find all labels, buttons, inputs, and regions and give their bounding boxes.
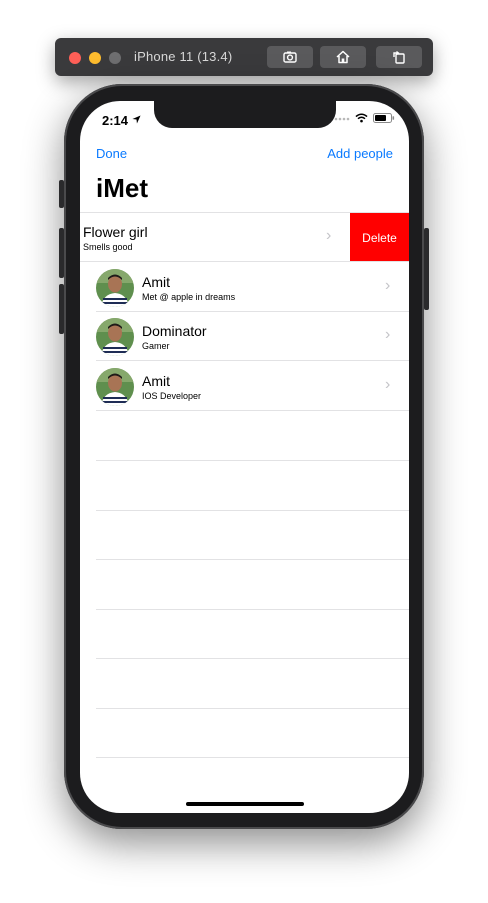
chevron-right-icon: › [385,326,391,343]
volume-up-button [59,228,64,278]
page-title: iMet [96,173,148,203]
zoom-window-button[interactable] [109,52,121,64]
home-indicator[interactable] [186,802,304,806]
empty-row-divider [96,708,409,709]
avatar [96,318,134,356]
list-item-title: Flower girl [83,224,148,240]
chevron-right-icon: › [385,376,391,393]
simulator-title: iPhone 11 (13.4) [134,49,233,64]
volume-down-button [59,284,64,334]
done-button[interactable]: Done [96,146,127,161]
list-item[interactable]: Amit IOS Developer › [80,362,409,411]
power-button [424,228,429,310]
empty-row-divider [96,658,409,659]
list-item[interactable]: Amit Met @ apple in dreams › [80,263,409,312]
person-note: Met @ apple in dreams [142,292,236,302]
screenshot-icon [283,51,297,63]
list-item-swiped[interactable]: Flower girl Smells good › Delete [80,213,409,262]
add-people-button[interactable]: Add people [327,146,393,161]
list-item-subtitle: Smells good [83,242,133,252]
empty-row-divider [96,559,409,560]
person-name: Dominator [142,323,207,339]
silent-switch [59,180,64,208]
battery-icon [373,113,395,123]
home-icon [336,50,350,64]
person-name: Amit [142,373,170,389]
person-note: Gamer [142,341,170,351]
status-indicators [334,113,395,123]
phone-screen: 2:14 Done Add people iMet Flower girl Sm… [80,101,409,813]
wifi-icon [355,113,368,123]
location-arrow-icon [132,115,141,124]
chevron-right-icon: › [385,277,391,294]
status-time: 2:14 [102,113,129,128]
avatar-photo-icon [96,269,134,307]
empty-row-divider [96,609,409,610]
home-button[interactable] [320,46,366,68]
person-note: IOS Developer [142,391,202,401]
rotate-button[interactable] [376,46,422,68]
empty-row-divider [96,757,409,758]
rotate-icon [393,51,405,64]
avatar-photo-icon [96,368,134,406]
avatar [96,269,134,307]
notch [154,101,336,128]
list-item[interactable]: Dominator Gamer › [80,312,409,361]
empty-row-divider [96,460,409,461]
person-name: Amit [142,274,170,290]
delete-button[interactable]: Delete [350,213,409,262]
screenshot-button[interactable] [267,46,313,68]
chevron-right-icon: › [326,227,332,244]
close-window-button[interactable] [69,52,81,64]
row-divider [96,360,409,361]
minimize-window-button[interactable] [89,52,101,64]
empty-row-divider [96,510,409,511]
row-divider [80,261,409,262]
signal-dots-icon [334,117,350,121]
avatar [96,368,134,406]
simulator-title-bar: iPhone 11 (13.4) [55,38,433,76]
row-divider [96,410,409,411]
avatar-photo-icon [96,318,134,356]
